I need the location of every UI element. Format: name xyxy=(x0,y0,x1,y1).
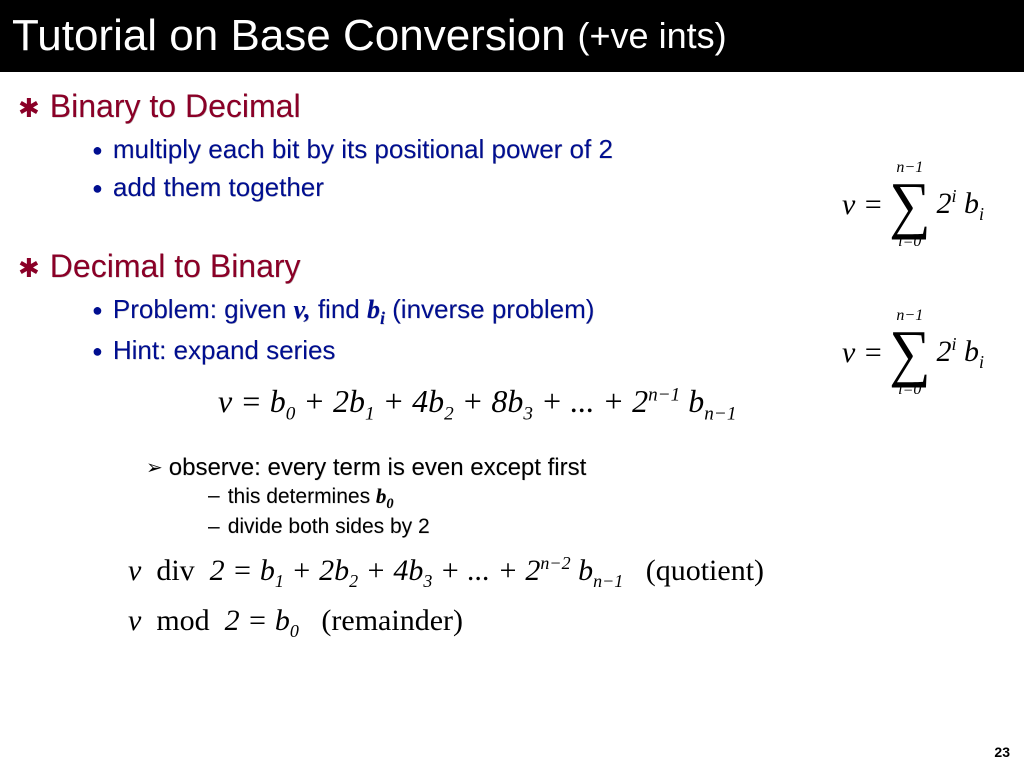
arrow-bullet-icon: ➢ xyxy=(146,454,163,482)
observe-line: ➢ observe: every term is even except fir… xyxy=(146,454,1006,482)
dash-bullet-icon: – xyxy=(208,515,220,539)
sub-text: divide both sides by 2 xyxy=(228,515,430,539)
title-bar: Tutorial on Base Conversion (+ve ints) xyxy=(0,0,1024,72)
formula-sigma-1: v = n−1 ∑ i=0 2i bi xyxy=(842,160,984,250)
sigma-rhs: 2i bi xyxy=(936,335,984,371)
sigma-rhs: 2i bi xyxy=(936,187,984,223)
equation-div-quotient: v div 2 = b1 + 2b2 + 4b3 + ... + 2n−2 bn… xyxy=(128,553,1006,592)
heading-decimal-to-binary: ✱ Decimal to Binary xyxy=(18,248,1006,288)
sigma-lhs: v = xyxy=(842,338,883,368)
formula-sigma-2: v = n−1 ∑ i=0 2i bi xyxy=(842,308,984,398)
heading-binary-to-decimal: ✱ Binary to Decimal xyxy=(18,88,1006,128)
sigma-icon: ∑ xyxy=(889,173,930,237)
dash-bullet-icon: – xyxy=(208,484,220,513)
observe-sub-divide: – divide both sides by 2 xyxy=(208,515,1006,539)
point-text: Hint: expand series xyxy=(113,335,336,366)
disc-bullet-icon: ● xyxy=(92,134,103,166)
equation-mod-remainder: v mod 2 = b0 (remainder) xyxy=(128,604,1006,642)
star-bullet-icon: ✱ xyxy=(18,88,40,128)
disc-bullet-icon: ● xyxy=(92,172,103,204)
sigma-icon: ∑ xyxy=(889,321,930,385)
sub-text: this determines b0 xyxy=(228,484,394,513)
point-text: multiply each bit by its positional powe… xyxy=(113,134,613,165)
heading-text: Decimal to Binary xyxy=(50,248,301,285)
disc-bullet-icon: ● xyxy=(92,294,103,326)
title-main: Tutorial on Base Conversion xyxy=(12,11,566,61)
title-sub: (+ve ints) xyxy=(578,15,727,57)
point-text: add them together xyxy=(113,172,324,203)
disc-bullet-icon: ● xyxy=(92,335,103,367)
star-bullet-icon: ✱ xyxy=(18,248,40,288)
point-text: Problem: given v, find bi (inverse probl… xyxy=(113,294,595,329)
heading-text: Binary to Decimal xyxy=(50,88,301,125)
sigma-lhs: v = xyxy=(842,190,883,220)
observe-sub-b0: – this determines b0 xyxy=(208,484,1006,513)
observe-text: observe: every term is even except first xyxy=(169,454,587,482)
page-number: 23 xyxy=(994,744,1010,760)
